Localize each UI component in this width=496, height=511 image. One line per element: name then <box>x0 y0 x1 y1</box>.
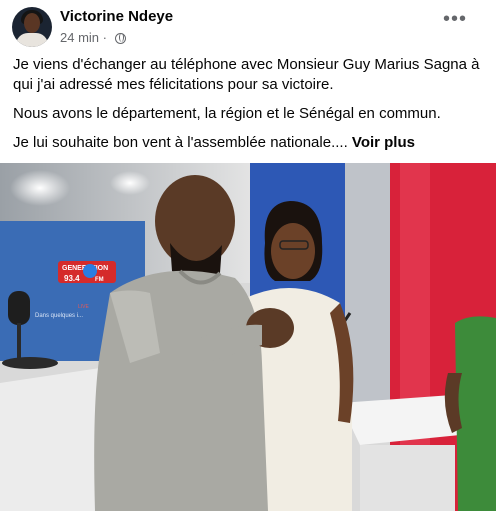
post-paragraph-2: Nous avons le département, la région et … <box>13 105 441 122</box>
post-paragraph-3-text: Je lui souhaite bon vent à l'assemblée n… <box>13 134 348 151</box>
post-photo[interactable]: GENERATION 93.4 FM LIVE Dans quelques i.… <box>0 163 496 511</box>
globe-icon[interactable] <box>114 33 126 44</box>
ceiling-light <box>10 170 70 206</box>
radio-logo-frequency: 93.4 <box>64 274 80 283</box>
post-paragraph-3: Je lui souhaite bon vent à l'assemblée n… <box>13 133 483 153</box>
avatar-face <box>24 13 40 33</box>
radio-logo-fm: FM <box>95 277 104 283</box>
desk-right-front <box>360 445 455 511</box>
desk-left <box>0 368 100 511</box>
post-meta: 24 min · <box>60 30 126 45</box>
post-text: Je viens d'échanger au téléphone avec Mo… <box>13 55 483 162</box>
post-paragraph-1: Je viens d'échanger au téléphone avec Mo… <box>13 56 480 93</box>
photo-scene: GENERATION 93.4 FM LIVE Dans quelques i.… <box>0 163 496 511</box>
microphone-left <box>8 291 30 325</box>
microphone-base <box>2 357 58 369</box>
post-header: Victorine Ndeye 24 min · ••• <box>12 7 484 47</box>
avatar-body <box>16 33 48 47</box>
person-right-shirt <box>455 316 496 511</box>
facebook-post: Victorine Ndeye 24 min · ••• Je viens d'… <box>0 0 496 511</box>
screen-ticker-text: Dans quelques i... <box>35 313 83 319</box>
woman-face <box>271 223 315 279</box>
radio-logo-circle <box>83 264 97 278</box>
more-options-icon[interactable]: ••• <box>440 9 470 33</box>
author-name[interactable]: Victorine Ndeye <box>60 8 173 25</box>
man-head <box>155 175 235 267</box>
ceiling-light <box>110 171 150 195</box>
screen-live-text: LIVE <box>78 304 90 310</box>
see-more-link[interactable]: Voir plus <box>352 134 415 151</box>
post-time[interactable]: 24 min <box>60 30 99 45</box>
microphone-stand <box>17 323 21 363</box>
author-avatar[interactable] <box>12 7 52 47</box>
